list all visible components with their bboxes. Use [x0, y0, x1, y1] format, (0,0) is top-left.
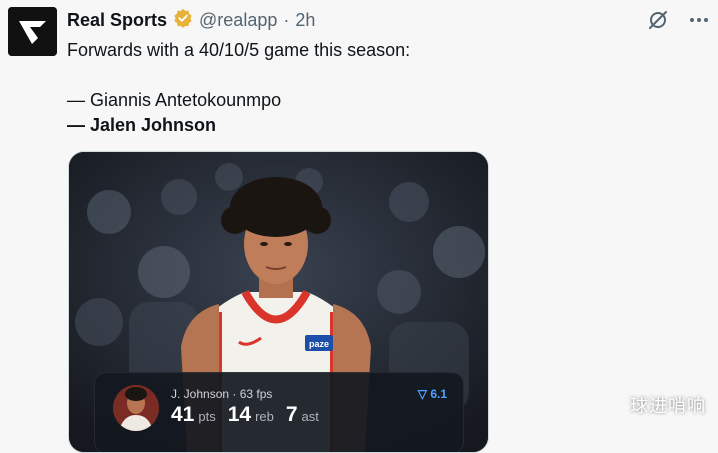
grok-icon[interactable] — [646, 8, 670, 32]
more-icon[interactable] — [688, 9, 710, 31]
stat-player-line: J. Johnson · 63 fps — [171, 387, 273, 401]
player-thumbnail — [113, 385, 159, 431]
assists-value: 7 — [285, 403, 298, 426]
tweet-text: Forwards with a 40/10/5 game this season… — [67, 38, 687, 138]
points-label: pts — [198, 409, 216, 424]
real-sports-avatar[interactable] — [8, 7, 57, 56]
verified-icon — [173, 8, 193, 33]
player-score-value: 6.1 — [430, 387, 447, 401]
rebounds-label: reb — [255, 409, 274, 424]
real-logo-icon: ▽ — [417, 387, 427, 401]
tweet-line: Forwards with a 40/10/5 game this season… — [67, 40, 411, 60]
tweet-actions-top — [646, 8, 710, 32]
tweet-header: Real Sports @realapp · 2h — [67, 8, 315, 32]
stat-card: J. Johnson · 63 fps 41 pts 14 reb 7 ast … — [94, 372, 464, 452]
author-name[interactable]: Real Sports — [67, 10, 167, 31]
author-handle[interactable]: @realapp — [199, 10, 277, 31]
separator: · — [283, 9, 290, 30]
timestamp[interactable]: 2h — [295, 10, 315, 31]
rebounds-value: 14 — [227, 403, 252, 426]
tweet-media-image[interactable]: paze J. Johnson · 63 fps 41 pts 14 reb 7… — [68, 151, 489, 453]
stat-line: 41 pts 14 reb 7 ast — [171, 403, 327, 427]
tweet-line: — Giannis Antetokounmpo — [67, 90, 282, 110]
points-value: 41 — [171, 403, 195, 426]
jersey-sponsor: paze — [309, 339, 329, 349]
tweet-line: — Jalen Johnson — [67, 115, 217, 135]
watermark-text: 球进哨响 — [630, 396, 706, 416]
player-score: ▽ 6.1 — [418, 387, 447, 401]
assists-label: ast — [301, 409, 319, 424]
